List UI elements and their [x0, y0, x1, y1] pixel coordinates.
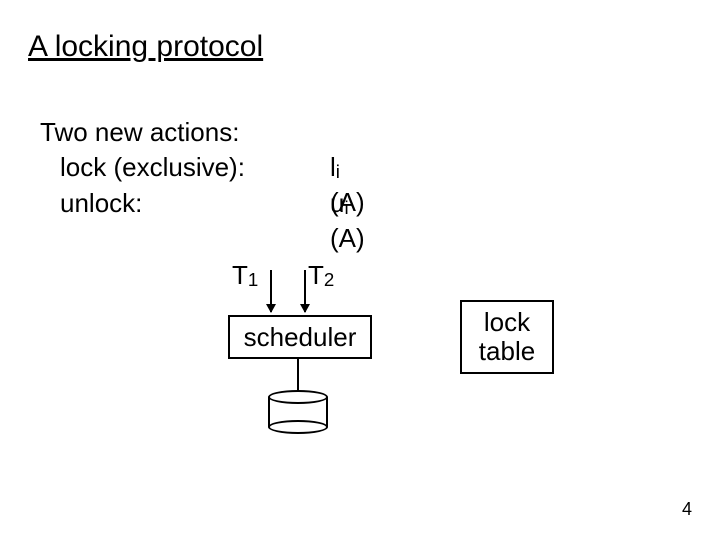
line-to-db [297, 357, 299, 390]
diagram: T1 T2 scheduler lock table [200, 260, 560, 460]
slide-title: A locking protocol [28, 30, 263, 64]
scheduler-box: scheduler [228, 315, 372, 359]
row2-prefix: u [330, 188, 344, 218]
arrow-t2 [304, 270, 306, 312]
scheduler-label: scheduler [244, 323, 357, 352]
t1-sub: 1 [248, 269, 258, 290]
body-text: Two new actions: lock (exclusive): li (A… [40, 115, 245, 222]
t1-prefix: T [232, 260, 248, 290]
row2-arg: (A) [330, 223, 365, 253]
intro-line: Two new actions: [40, 115, 245, 150]
arrow-t1 [270, 270, 272, 312]
lock-table-line1: lock [479, 308, 535, 337]
lock-table-box: lock table [460, 300, 554, 374]
row1-sub: i [336, 161, 340, 182]
row2-symbol: ui (A) [330, 186, 365, 256]
t2-prefix: T [308, 260, 324, 290]
row1-label: lock (exclusive): [60, 152, 245, 182]
t2-sub: 2 [324, 269, 334, 290]
database-icon [268, 390, 328, 432]
t1-label: T1 [232, 260, 258, 291]
row1-prefix: l [330, 152, 336, 182]
t2-label: T2 [308, 260, 334, 291]
row2-label: unlock: [60, 188, 142, 218]
lock-table-line2: table [479, 337, 535, 366]
page-number: 4 [682, 499, 692, 520]
row2-sub: i [344, 197, 348, 218]
